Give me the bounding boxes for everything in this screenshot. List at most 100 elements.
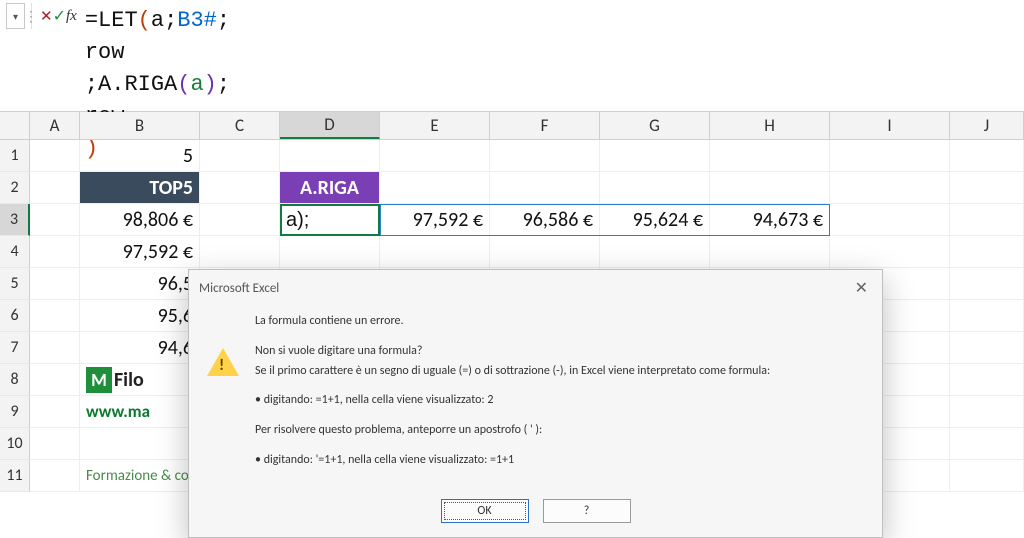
cell[interactable]: 94,6 (80, 332, 200, 364)
cell[interactable] (830, 204, 950, 236)
cell[interactable] (950, 236, 1024, 268)
row-header[interactable]: 11 (0, 460, 30, 492)
cancel-formula-button[interactable]: ✕ (40, 3, 53, 29)
cell[interactable] (950, 140, 1024, 172)
cell[interactable]: 97,592 € (80, 236, 200, 268)
select-all-cell[interactable] (0, 112, 30, 139)
cell[interactable] (200, 236, 280, 268)
cell[interactable] (830, 172, 950, 204)
header-cell-ariga[interactable]: A.RIGA (280, 172, 380, 204)
cell[interactable] (380, 236, 490, 268)
col-header[interactable]: A (30, 112, 80, 139)
cell[interactable] (710, 236, 830, 268)
cell[interactable] (200, 204, 280, 236)
cell[interactable] (950, 428, 1024, 460)
dialog-line: La formula contiene un errore. (255, 312, 864, 332)
cell[interactable] (30, 428, 80, 460)
col-header[interactable]: I (830, 112, 950, 139)
row-header[interactable]: 4 (0, 236, 30, 268)
cell[interactable] (30, 332, 80, 364)
cell[interactable] (950, 172, 1024, 204)
cell[interactable] (30, 236, 80, 268)
formula-bar: ▾ ⋮ ✕ ✓ fx =LET(a;B3#; row;A.RIGA(a); ro… (0, 0, 1024, 112)
cell[interactable] (490, 140, 600, 172)
cell[interactable]: 96,586 € (490, 204, 600, 236)
close-icon[interactable]: ✕ (851, 278, 872, 298)
cell[interactable] (200, 140, 280, 172)
cell[interactable]: 94,673 € (710, 204, 830, 236)
cell[interactable] (30, 204, 80, 236)
cell[interactable] (600, 236, 710, 268)
active-edit-cell[interactable]: a); (280, 204, 380, 236)
grid-row: 2 TOP5 A.RIGA (0, 172, 1024, 204)
cell[interactable] (490, 172, 600, 204)
cell[interactable] (950, 460, 1024, 492)
cell[interactable] (380, 140, 490, 172)
cell[interactable] (380, 172, 490, 204)
cell[interactable] (200, 172, 280, 204)
col-header[interactable]: J (950, 112, 1024, 139)
row-header[interactable]: 6 (0, 300, 30, 332)
cell[interactable] (950, 300, 1024, 332)
insert-function-button[interactable]: fx (66, 3, 77, 29)
cell[interactable] (950, 268, 1024, 300)
grid-row: 4 97,592 € (0, 236, 1024, 268)
col-header[interactable]: C (200, 112, 280, 139)
cell[interactable] (280, 140, 380, 172)
row-header[interactable]: 9 (0, 396, 30, 428)
brand-url-cell: www.ma (80, 396, 200, 428)
cell[interactable]: 95,6 (80, 300, 200, 332)
col-header[interactable]: G (600, 112, 710, 139)
cell[interactable] (950, 332, 1024, 364)
cell[interactable] (280, 236, 380, 268)
brand-logo: M Filo (86, 367, 144, 393)
cell[interactable] (830, 236, 950, 268)
cell[interactable] (710, 140, 830, 172)
cell[interactable] (830, 140, 950, 172)
cell[interactable] (30, 364, 80, 396)
cell[interactable] (30, 460, 80, 492)
cell[interactable]: 98,806 € (80, 204, 200, 236)
cell[interactable] (710, 172, 830, 204)
brand-m-icon: M (86, 367, 112, 393)
cell[interactable] (950, 364, 1024, 396)
cell[interactable] (600, 172, 710, 204)
name-box[interactable]: ▾ (6, 3, 25, 29)
dialog-title: Microsoft Excel (199, 281, 279, 296)
cell[interactable] (30, 396, 80, 428)
grid-row: 3 98,806 € a); 97,592 € 96,586 € 95,624 … (0, 204, 1024, 236)
cell[interactable] (80, 428, 200, 460)
cell[interactable]: 97,592 € (380, 204, 490, 236)
row-header[interactable]: 1 (0, 140, 30, 172)
header-cell-top5[interactable]: TOP5 (80, 172, 200, 204)
dialog-line: • digitando: =1+1, nella cella viene vis… (255, 391, 864, 411)
col-header[interactable]: H (710, 112, 830, 139)
row-header[interactable]: 2 (0, 172, 30, 204)
cell[interactable] (30, 172, 80, 204)
row-header[interactable]: 7 (0, 332, 30, 364)
dialog-line: Se il primo carattere è un segno di ugua… (255, 364, 770, 378)
col-header[interactable]: D (280, 112, 380, 139)
chevron-down-icon[interactable]: ▾ (13, 10, 18, 23)
cell[interactable] (490, 236, 600, 268)
cell[interactable] (950, 396, 1024, 428)
cell[interactable] (30, 268, 80, 300)
row-header[interactable]: 3 (0, 204, 30, 236)
cell[interactable]: 96,5 (80, 268, 200, 300)
cell[interactable] (600, 140, 710, 172)
cell[interactable]: 5 (80, 140, 200, 172)
col-header[interactable]: B (80, 112, 200, 139)
row-header[interactable]: 5 (0, 268, 30, 300)
row-header[interactable]: 8 (0, 364, 30, 396)
cell[interactable]: 95,624 € (600, 204, 710, 236)
dialog-titlebar[interactable]: Microsoft Excel ✕ (189, 270, 882, 306)
col-header[interactable]: F (490, 112, 600, 139)
cell[interactable] (30, 300, 80, 332)
row-header[interactable]: 10 (0, 428, 30, 460)
help-button[interactable]: ? (543, 499, 631, 523)
cell[interactable] (950, 204, 1024, 236)
cell[interactable] (30, 140, 80, 172)
col-header[interactable]: E (380, 112, 490, 139)
enter-formula-button[interactable]: ✓ (53, 3, 66, 29)
ok-button[interactable]: OK (441, 499, 529, 523)
